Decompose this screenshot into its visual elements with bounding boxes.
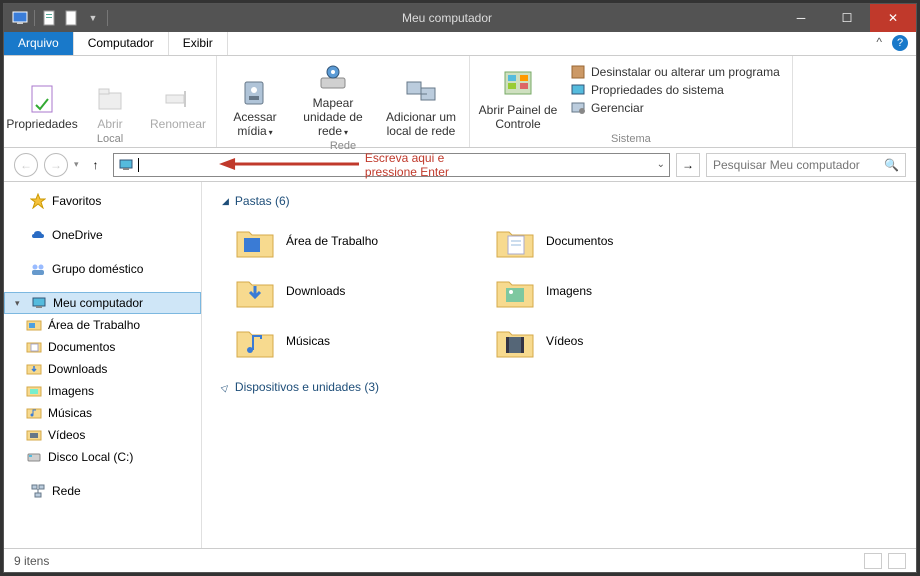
folder-desktop[interactable]: Área de Trabalho [234, 220, 454, 262]
uninstall-program-link[interactable]: Desinstalar ou alterar um programa [570, 64, 780, 80]
recent-dropdown-icon[interactable]: ▾ [74, 159, 79, 170]
nav-onedrive[interactable]: OneDrive [4, 224, 201, 246]
tab-computer[interactable]: Computador [74, 32, 169, 55]
up-button[interactable]: ↑ [85, 154, 107, 176]
section-devices-header[interactable]: ▷Dispositivos e unidades (3) [222, 376, 896, 398]
status-bar: 9 itens [4, 548, 916, 572]
back-button[interactable]: ← [14, 153, 38, 177]
window-title: Meu computador [116, 11, 778, 25]
view-icons-button[interactable] [888, 553, 906, 569]
navigation-pane: Favoritos OneDrive Grupo doméstico ▾Meu … [4, 182, 202, 548]
content-pane: ◢Pastas (6) Área de Trabalho Documentos … [202, 182, 916, 548]
tab-file[interactable]: Arquivo [4, 32, 74, 55]
address-dropdown-icon[interactable]: ⌄ [657, 159, 665, 170]
refresh-button[interactable]: → [676, 153, 700, 177]
open-button: Abrir [80, 58, 140, 131]
qa-new-icon[interactable] [63, 10, 79, 26]
folder-videos[interactable]: Vídeos [494, 320, 714, 362]
nav-network[interactable]: Rede [4, 480, 201, 502]
properties-button[interactable]: Propriedades [12, 58, 72, 131]
address-bar[interactable]: Escreva aqui e pressione Enter ⌄ [113, 153, 670, 177]
manage-link[interactable]: Gerenciar [570, 100, 780, 116]
forward-button[interactable]: → [44, 153, 68, 177]
text-cursor [138, 158, 139, 172]
ribbon: Propriedades Abrir Renomear Local Acessa… [4, 56, 916, 148]
folder-documents[interactable]: Documentos [494, 220, 714, 262]
help-icon[interactable]: ? [892, 35, 908, 51]
qa-dropdown-icon[interactable]: ▼ [85, 10, 101, 26]
nav-favorites[interactable]: Favoritos [4, 190, 201, 212]
system-properties-link[interactable]: Propriedades do sistema [570, 82, 780, 98]
folder-pictures[interactable]: Imagens [494, 270, 714, 312]
nav-music[interactable]: Músicas [4, 402, 201, 424]
add-network-location-button[interactable]: Adicionar um local de rede [381, 58, 461, 138]
nav-disk-c[interactable]: Disco Local (C:) [4, 446, 201, 468]
computer-icon [118, 157, 134, 173]
maximize-button[interactable]: ☐ [824, 4, 870, 32]
tab-view[interactable]: Exibir [169, 32, 228, 55]
search-input[interactable] [713, 158, 884, 172]
folder-music[interactable]: Músicas [234, 320, 454, 362]
ribbon-tabs: Arquivo Computador Exibir ^ ? [4, 32, 916, 56]
nav-downloads[interactable]: Downloads [4, 358, 201, 380]
section-folders-header[interactable]: ◢Pastas (6) [222, 190, 896, 212]
collapse-ribbon-icon[interactable]: ^ [876, 35, 882, 51]
nav-desktop[interactable]: Área de Trabalho [4, 314, 201, 336]
search-box[interactable]: 🔍 [706, 153, 906, 177]
explorer-window: ▼ Meu computador ─ ☐ ✕ Arquivo Computado… [3, 3, 917, 573]
control-panel-button[interactable]: Abrir Painel de Controle [478, 58, 558, 131]
folder-downloads[interactable]: Downloads [234, 270, 454, 312]
nav-pictures[interactable]: Imagens [4, 380, 201, 402]
nav-documents[interactable]: Documentos [4, 336, 201, 358]
system-icon[interactable] [12, 10, 28, 26]
access-media-button[interactable]: Acessar mídia▾ [225, 58, 285, 138]
minimize-button[interactable]: ─ [778, 4, 824, 32]
view-details-button[interactable] [864, 553, 882, 569]
rename-button: Renomear [148, 58, 208, 131]
nav-videos[interactable]: Vídeos [4, 424, 201, 446]
qa-properties-icon[interactable] [41, 10, 57, 26]
nav-thispc[interactable]: ▾Meu computador [4, 292, 201, 314]
annotation-overlay: Escreva aqui e pressione Enter [219, 151, 462, 179]
search-icon: 🔍 [884, 158, 899, 172]
status-item-count: 9 itens [14, 554, 49, 568]
address-bar-row: ← → ▾ ↑ Escreva aqui e pressione Enter ⌄… [4, 148, 916, 182]
nav-homegroup[interactable]: Grupo doméstico [4, 258, 201, 280]
quick-access-toolbar: ▼ [4, 10, 116, 26]
map-drive-button[interactable]: Mapear unidade de rede▾ [293, 58, 373, 138]
titlebar: ▼ Meu computador ─ ☐ ✕ [4, 4, 916, 32]
close-button[interactable]: ✕ [870, 4, 916, 32]
